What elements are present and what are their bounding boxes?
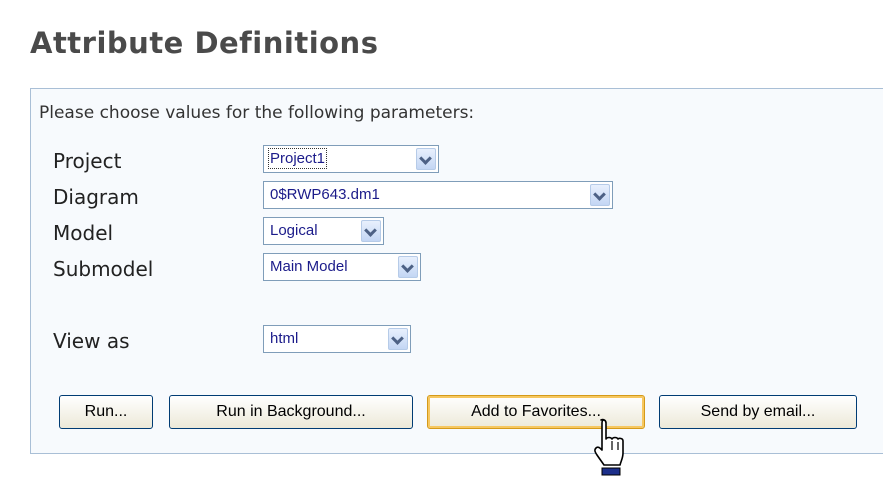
intro-text: Please choose values for the following p… bbox=[39, 103, 475, 123]
chevron-down-icon[interactable] bbox=[398, 256, 418, 278]
view-as-label: View as bbox=[53, 329, 130, 353]
model-label: Model bbox=[53, 221, 114, 245]
parameters-panel: Please choose values for the following p… bbox=[30, 88, 883, 454]
run-button[interactable]: Run... bbox=[59, 395, 153, 429]
diagram-select[interactable]: 0$RWP643.dm1 bbox=[263, 181, 613, 209]
chevron-down-icon[interactable] bbox=[361, 220, 381, 242]
diagram-select-value: 0$RWP643.dm1 bbox=[270, 186, 380, 203]
submodel-select[interactable]: Main Model bbox=[263, 253, 421, 281]
submodel-label: Submodel bbox=[53, 257, 154, 281]
project-select-value: Project1 bbox=[267, 148, 328, 169]
view-as-select-value: html bbox=[270, 330, 299, 347]
hand-pointer-icon bbox=[594, 418, 624, 476]
project-label: Project bbox=[53, 149, 122, 173]
chevron-down-icon[interactable] bbox=[416, 148, 436, 170]
send-by-email-button[interactable]: Send by email... bbox=[659, 395, 857, 429]
model-select[interactable]: Logical bbox=[263, 217, 384, 245]
chevron-down-icon[interactable] bbox=[590, 184, 610, 206]
view-as-select[interactable]: html bbox=[263, 325, 411, 353]
page-title: Attribute Definitions bbox=[30, 26, 379, 60]
submodel-select-value: Main Model bbox=[270, 258, 348, 275]
model-select-value: Logical bbox=[270, 222, 318, 239]
project-select[interactable]: Project1 bbox=[263, 145, 439, 173]
chevron-down-icon[interactable] bbox=[388, 328, 408, 350]
diagram-label: Diagram bbox=[53, 185, 139, 209]
run-in-background-button[interactable]: Run in Background... bbox=[169, 395, 413, 429]
